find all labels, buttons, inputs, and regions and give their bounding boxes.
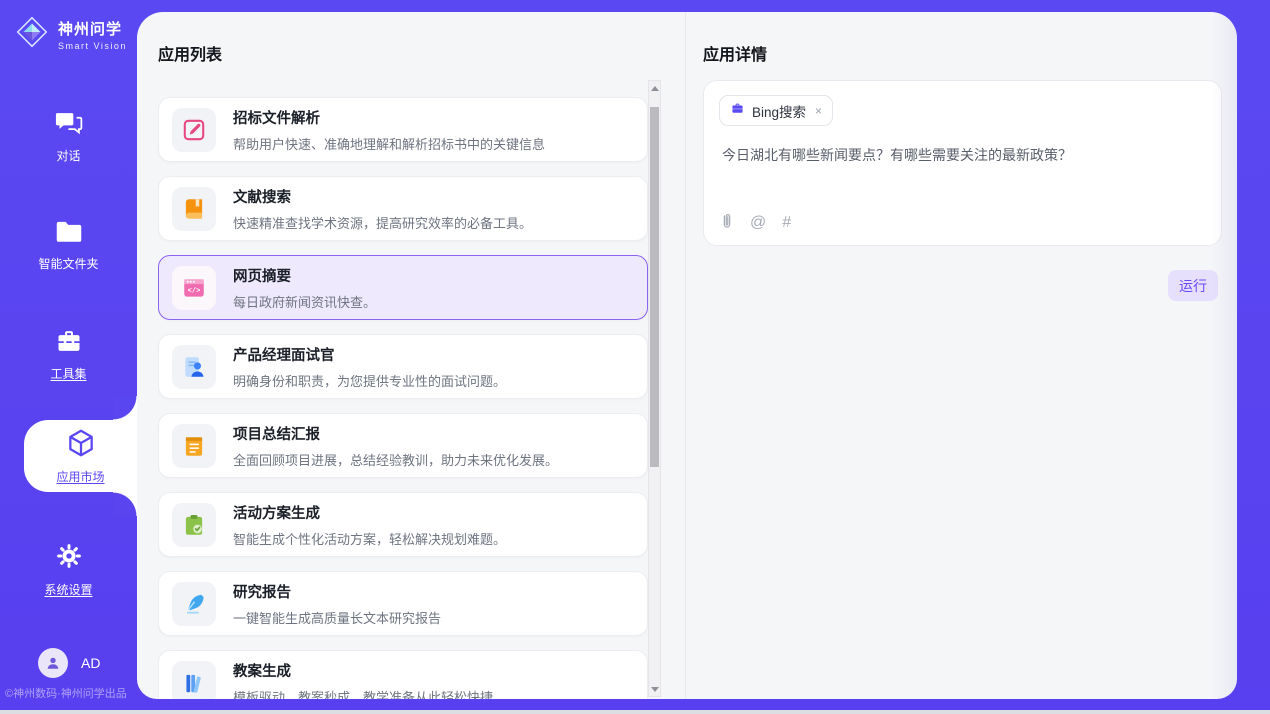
- tool-tag-label: Bing搜索: [752, 101, 806, 121]
- gear-icon: [55, 557, 83, 574]
- app-card-project-summary[interactable]: 项目总结汇报 全面回顾项目进展，总结经验教训，助力未来优化发展。: [158, 413, 648, 478]
- attachment-toolbar: @ #: [720, 212, 791, 234]
- window-bottom-edge: [0, 710, 1270, 714]
- sidebar-item-label: 应用市场: [56, 468, 104, 485]
- app-card-literature-search[interactable]: 文献搜索 快速精准查找学术资源，提高研究效率的必备工具。: [158, 176, 648, 241]
- brand-name: 神州问学: [58, 21, 122, 38]
- app-list-panel: 应用列表 招标文件解析 帮助用户快速、准确地理解和解析招标书中的关键信息: [137, 12, 686, 699]
- avatar: [38, 648, 68, 678]
- tool-tag-bing-search[interactable]: Bing搜索 ×: [719, 95, 833, 126]
- app-card-event-plan[interactable]: 活动方案生成 智能生成个性化活动方案，轻松解决规划难题。: [158, 492, 648, 557]
- app-description: 快速精准查找学术资源，提高研究效率的必备工具。: [233, 213, 532, 232]
- chat-icon: [55, 123, 83, 140]
- app-description: 智能生成个性化活动方案，轻松解决规划难题。: [233, 529, 506, 548]
- sidebar-item-chat[interactable]: 对话: [0, 110, 137, 164]
- brand-logo: 神州问学 Smart Vision: [13, 13, 127, 56]
- query-text[interactable]: 今日湖北有哪些新闻要点？有哪些需要关注的最新政策？: [722, 145, 1202, 165]
- cube-icon: [65, 427, 97, 464]
- sidebar-item-label: 系统设置: [0, 581, 137, 598]
- brand-tagline: Smart Vision: [58, 41, 127, 51]
- app-window: 神州问学 Smart Vision 对话 智能文件夹: [0, 0, 1270, 714]
- clipboard-check-icon: [172, 503, 216, 547]
- app-description: 模板驱动，教案秒成，教学准备从此轻松快捷: [233, 687, 493, 700]
- app-description: 一键智能生成高质量长文本研究报告: [233, 608, 441, 627]
- at-mention-icon[interactable]: @: [750, 214, 766, 232]
- app-name: 研究报告: [233, 581, 441, 602]
- app-description: 每日政府新闻资讯快查。: [233, 292, 376, 311]
- app-name: 网页摘要: [233, 265, 376, 286]
- prompt-input-card[interactable]: Bing搜索 × 今日湖北有哪些新闻要点？有哪些需要关注的最新政策？ @ #: [703, 80, 1222, 246]
- scrollbar-up-arrow-icon[interactable]: [649, 82, 660, 94]
- scrollbar-down-arrow-icon[interactable]: [649, 683, 660, 695]
- books-icon: [172, 661, 216, 700]
- app-detail-panel: 应用详情 Bing搜索 × 今日湖北有哪些新闻要点？有哪些需要关注的最新政策？: [687, 12, 1237, 699]
- app-list-scrollbar[interactable]: [648, 80, 661, 697]
- sidebar-item-settings[interactable]: 系统设置: [0, 542, 137, 598]
- briefcase-icon: [730, 101, 745, 121]
- diamond-logo-icon: [13, 13, 51, 56]
- quill-icon: [172, 582, 216, 626]
- app-card-tender-parse[interactable]: 招标文件解析 帮助用户快速、准确地理解和解析招标书中的关键信息: [158, 97, 648, 162]
- app-card-web-summary[interactable]: </> 网页摘要 每日政府新闻资讯快查。: [158, 255, 648, 320]
- toolbox-icon: [55, 341, 83, 358]
- app-description: 明确身份和职责，为您提供专业性的面试问题。: [233, 371, 506, 390]
- app-card-lesson-plan[interactable]: 教案生成 模板驱动，教案秒成，教学准备从此轻松快捷: [158, 650, 648, 699]
- interviewer-icon: [172, 345, 216, 389]
- app-description: 帮助用户快速、准确地理解和解析招标书中的关键信息: [233, 134, 545, 153]
- sidebar-item-app-market[interactable]: 应用市场: [24, 420, 137, 492]
- app-description: 全面回顾项目进展，总结经验教训，助力未来优化发展。: [233, 450, 558, 469]
- web-code-icon: </>: [172, 266, 216, 310]
- sidebar: 神州问学 Smart Vision 对话 智能文件夹: [0, 0, 137, 710]
- app-card-research-report[interactable]: 研究报告 一键智能生成高质量长文本研究报告: [158, 571, 648, 636]
- main-content: 应用列表 招标文件解析 帮助用户快速、准确地理解和解析招标书中的关键信息: [137, 12, 1237, 699]
- notepad-icon: [172, 424, 216, 468]
- app-list-title: 应用列表: [158, 41, 222, 65]
- sidebar-item-toolset[interactable]: 工具集: [0, 328, 137, 382]
- app-detail-title: 应用详情: [703, 41, 767, 65]
- scrollbar-thumb[interactable]: [650, 107, 659, 467]
- app-name: 项目总结汇报: [233, 423, 558, 444]
- folder-icon: [55, 231, 83, 248]
- tag-close-icon[interactable]: ×: [815, 104, 822, 118]
- sidebar-item-label: 对话: [0, 147, 137, 164]
- app-name: 文献搜索: [233, 186, 532, 207]
- copyright-text: ©神州数码·神州问学出品: [5, 685, 137, 701]
- app-card-pm-interviewer[interactable]: 产品经理面试官 明确身份和职责，为您提供专业性的面试问题。: [158, 334, 648, 399]
- document-edit-icon: [172, 108, 216, 152]
- run-button[interactable]: 运行: [1168, 270, 1218, 301]
- paperclip-icon[interactable]: [720, 212, 734, 234]
- user-name: AD: [81, 655, 100, 671]
- svg-text:</>: </>: [188, 287, 201, 295]
- sidebar-item-smart-folder[interactable]: 智能文件夹: [0, 220, 137, 272]
- app-list: 招标文件解析 帮助用户快速、准确地理解和解析招标书中的关键信息 文献搜索: [158, 97, 648, 699]
- selected-nav-top-curve: [113, 396, 137, 420]
- hash-icon[interactable]: #: [782, 214, 791, 232]
- app-name: 招标文件解析: [233, 107, 545, 128]
- book-icon: [172, 187, 216, 231]
- sidebar-item-label: 工具集: [0, 365, 137, 382]
- app-name: 产品经理面试官: [233, 344, 506, 365]
- user-account[interactable]: AD: [38, 648, 100, 678]
- app-name: 活动方案生成: [233, 502, 506, 523]
- sidebar-item-label: 智能文件夹: [0, 255, 137, 272]
- app-name: 教案生成: [233, 660, 493, 681]
- selected-nav-bottom-curve: [113, 492, 137, 516]
